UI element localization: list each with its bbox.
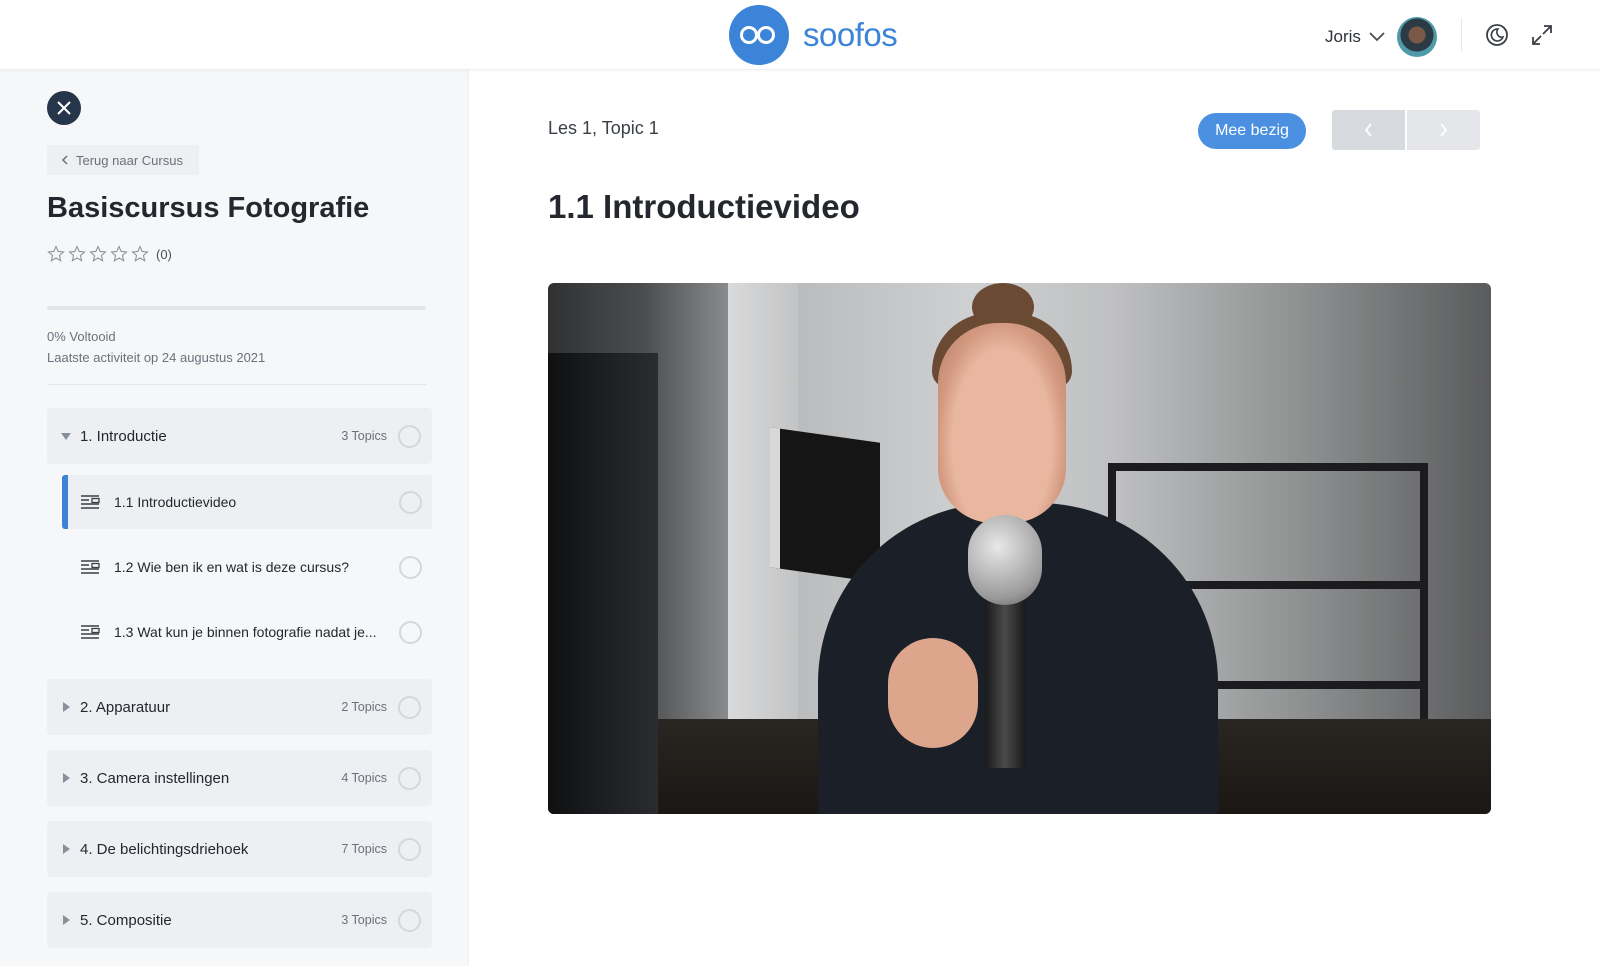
moon-icon[interactable]	[1484, 22, 1510, 48]
chevron-left-icon	[1364, 123, 1372, 137]
section-complete-indicator	[398, 695, 421, 719]
video-frame-microphone	[968, 515, 1042, 605]
video-player[interactable]	[548, 283, 1491, 814]
chevron-right-icon	[1440, 123, 1448, 137]
text-lines-icon	[80, 624, 100, 640]
course-progress-bar	[47, 306, 426, 310]
video-frame-monitor	[548, 353, 658, 814]
section-apparatuur[interactable]: 2. Apparatuur 2 Topics	[47, 679, 432, 735]
divider	[47, 384, 426, 385]
star-icon	[110, 245, 128, 262]
section-complete-indicator	[398, 766, 421, 790]
course-sidebar: Terug naar Cursus Basiscursus Fotografie…	[0, 70, 469, 966]
course-title: Basiscursus Fotografie	[47, 192, 370, 224]
topic-item-active[interactable]: 1.1 Introductievideo	[62, 475, 432, 529]
section-complete-indicator	[398, 837, 421, 861]
rating-count: (0)	[156, 246, 172, 262]
topic-title: 1.1 Introductievideo	[114, 494, 237, 510]
section-topic-count: 3 Topics	[341, 913, 387, 927]
topic-item[interactable]: 1.3 Wat kun je binnen fotografie nadat j…	[62, 605, 432, 659]
avatar[interactable]	[1396, 17, 1437, 57]
section-topic-count: 3 Topics	[341, 429, 387, 443]
user-name: Joris	[1325, 27, 1361, 46]
expand-icon[interactable]	[1529, 22, 1555, 48]
video-frame-softbox	[770, 427, 880, 583]
top-bar: soofos Joris	[0, 0, 1600, 70]
back-label: Terug naar Cursus	[76, 152, 183, 168]
text-lines-icon	[80, 559, 100, 575]
section-title: 4. De belichtingsdriehoek	[80, 840, 249, 858]
video-frame-mic-stand	[985, 598, 1025, 768]
previous-topic-button[interactable]	[1332, 110, 1405, 150]
section-complete-indicator	[398, 424, 421, 448]
logo-glasses-icon	[729, 5, 789, 65]
section-compositie[interactable]: 5. Compositie 3 Topics	[47, 892, 432, 948]
in-progress-button[interactable]: Mee bezig	[1198, 113, 1306, 149]
chevron-down-icon	[1369, 32, 1385, 42]
close-sidebar-button[interactable]	[47, 91, 81, 125]
course-rating[interactable]: (0)	[47, 245, 172, 263]
caret-right-icon	[60, 702, 72, 712]
chevron-left-icon	[61, 155, 68, 165]
topic-title: 1.3 Wat kun je binnen fotografie nadat j…	[114, 624, 377, 640]
brand-logo[interactable]: soofos	[729, 5, 898, 65]
close-icon	[57, 101, 71, 115]
section-title: 1. Introductie	[80, 427, 167, 445]
section-title: 3. Camera instellingen	[80, 769, 230, 787]
topic-item[interactable]: 1.2 Wie ben ik en wat is deze cursus?	[62, 540, 432, 594]
caret-right-icon	[60, 844, 72, 854]
next-topic-button[interactable]	[1407, 110, 1480, 150]
user-menu[interactable]: Joris	[1325, 17, 1437, 57]
section-topic-count: 7 Topics	[341, 842, 387, 856]
section-topic-count: 4 Topics	[341, 771, 387, 785]
caret-down-icon	[60, 432, 72, 440]
topic-complete-indicator	[399, 620, 422, 644]
star-icon	[131, 245, 149, 262]
star-icon	[89, 245, 107, 262]
section-title: 2. Apparatuur	[80, 698, 171, 716]
star-icon	[47, 245, 65, 262]
caret-right-icon	[60, 915, 72, 925]
section-complete-indicator	[398, 908, 421, 932]
back-to-course-link[interactable]: Terug naar Cursus	[47, 145, 199, 175]
lesson-title: 1.1 Introductievideo	[548, 188, 860, 225]
section-title: 5. Compositie	[80, 911, 172, 929]
last-activity: Laatste activiteit op 24 augustus 2021	[47, 350, 266, 365]
header-divider	[1461, 18, 1462, 52]
star-icon	[68, 245, 86, 262]
section-belichtingsdriehoek[interactable]: 4. De belichtingsdriehoek 7 Topics	[47, 821, 432, 877]
section-camera-instellingen[interactable]: 3. Camera instellingen 4 Topics	[47, 750, 432, 806]
caret-right-icon	[60, 773, 72, 783]
video-frame-hands	[888, 638, 978, 748]
lesson-breadcrumb: Les 1, Topic 1	[548, 118, 659, 138]
brand-name: soofos	[803, 16, 898, 53]
section-introductie[interactable]: 1. Introductie 3 Topics	[47, 408, 432, 464]
topic-navigation	[1332, 110, 1480, 150]
text-lines-icon	[80, 494, 100, 510]
section-topic-count: 2 Topics	[341, 700, 387, 714]
topic-complete-indicator	[399, 490, 422, 514]
topic-complete-indicator	[399, 555, 422, 579]
progress-label: 0% Voltooid	[47, 329, 116, 344]
video-frame-presenter-head	[938, 323, 1066, 523]
topic-title: 1.2 Wie ben ik en wat is deze cursus?	[114, 559, 350, 575]
